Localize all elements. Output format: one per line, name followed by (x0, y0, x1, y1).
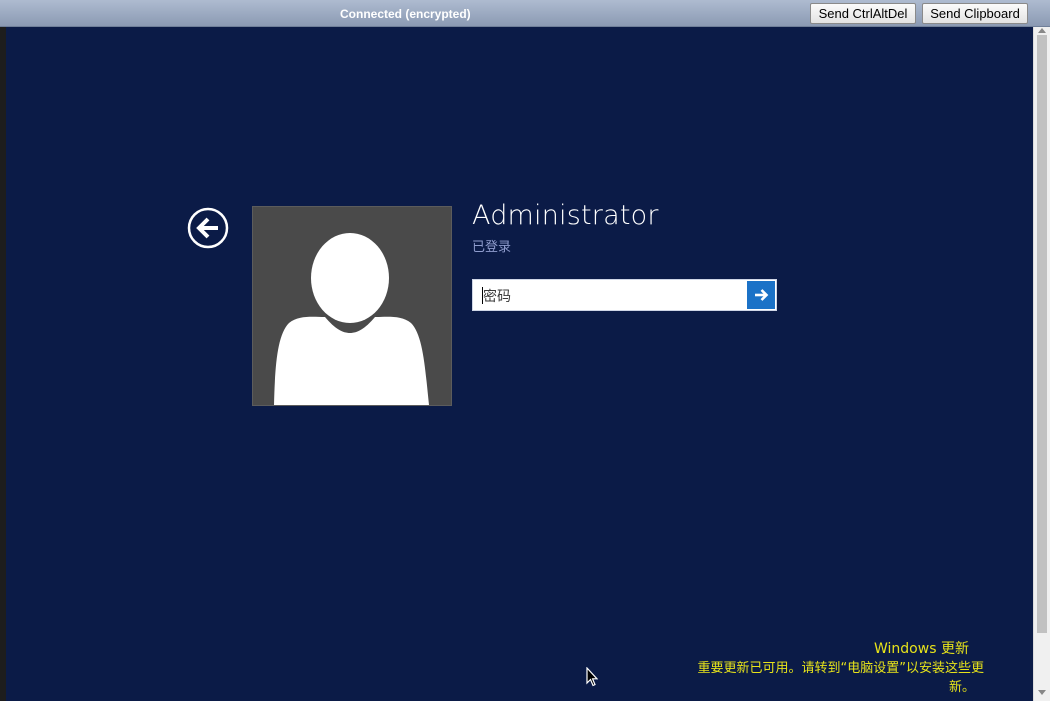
user-silhouette-icon (274, 233, 429, 405)
notification-title: Windows 更新 (874, 641, 969, 657)
password-placeholder: 密码 (483, 289, 511, 305)
scrollbar-thumb[interactable] (1037, 35, 1047, 633)
notification-line-1: 重要更新已可用。请转到“电脑设置”以安装这些更 (697, 661, 984, 676)
mouse-cursor-icon (586, 666, 599, 687)
connection-status: Connected (encrypted) (340, 7, 471, 21)
send-clipboard-button[interactable]: Send Clipboard (922, 3, 1028, 24)
signed-in-status: 已登录 (472, 240, 512, 255)
notification-line-2: 新。 (948, 680, 975, 695)
scroll-down-icon[interactable] (1038, 690, 1046, 695)
text-caret (482, 287, 483, 304)
submit-button[interactable] (747, 281, 775, 309)
send-ctrlaltdel-button[interactable]: Send CtrlAltDel (810, 3, 916, 24)
password-field[interactable]: 密码 (472, 279, 777, 311)
back-button[interactable] (187, 207, 229, 249)
user-avatar (252, 206, 452, 406)
vertical-scrollbar[interactable] (1033, 27, 1050, 701)
username: Administrator (472, 200, 659, 231)
vnc-toolbar: Connected (encrypted) Send CtrlAltDel Se… (0, 0, 1050, 27)
back-arrow-icon (187, 207, 229, 249)
notification-message[interactable]: 重要更新已可用。请转到“电脑设置”以安装这些更 新。 (654, 659, 984, 697)
scroll-up-icon[interactable] (1038, 28, 1046, 33)
left-border (0, 27, 6, 701)
arrow-right-icon (755, 289, 769, 301)
